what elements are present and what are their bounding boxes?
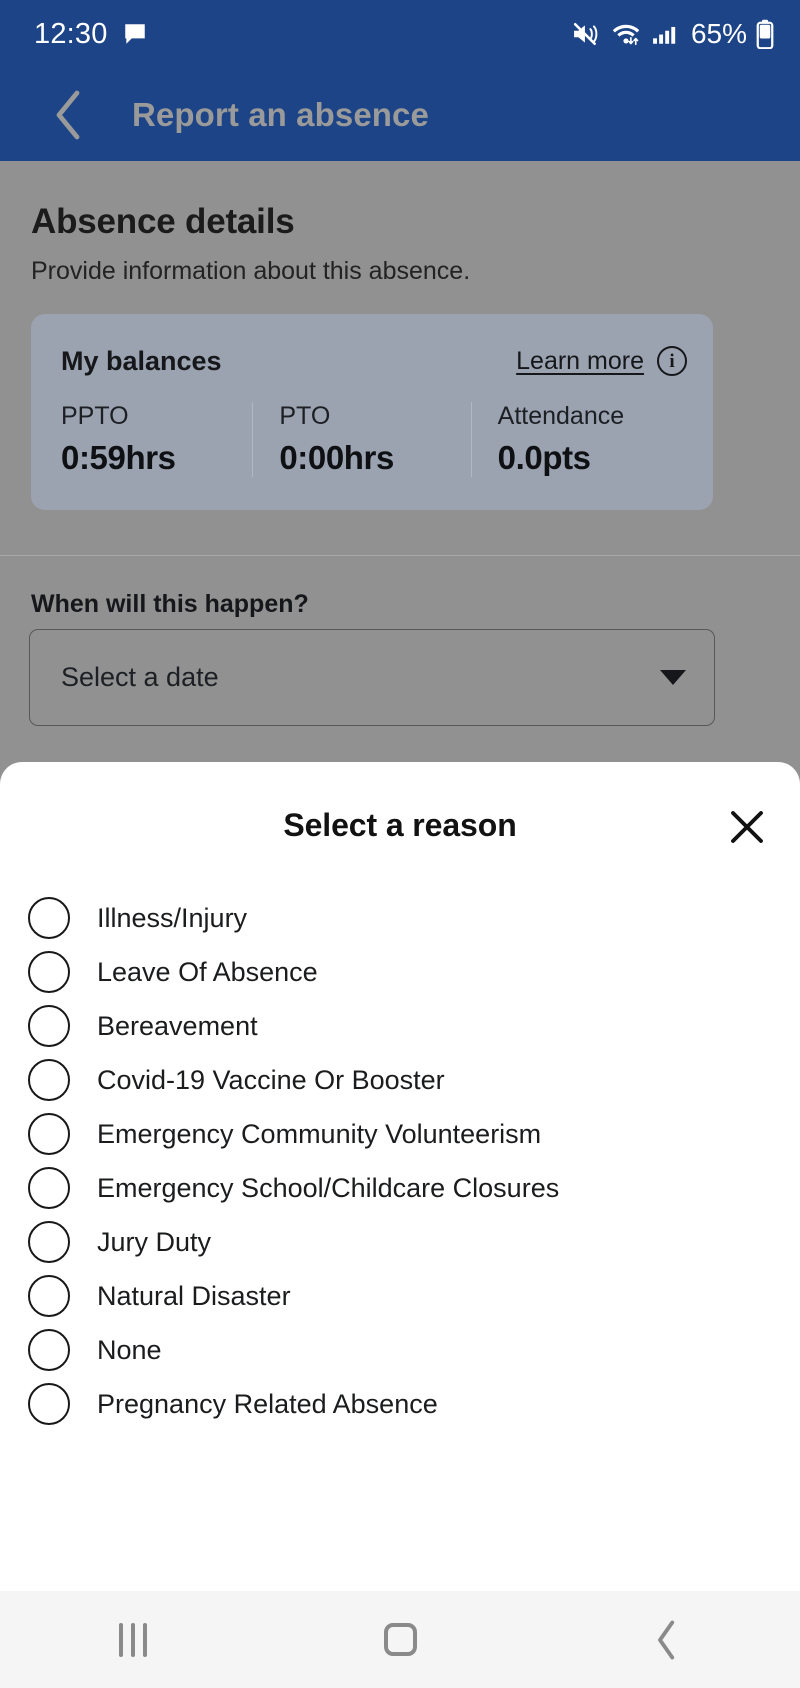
list-item[interactable]: Emergency School/Childcare Closures: [0, 1161, 800, 1215]
list-item[interactable]: Covid-19 Vaccine Or Booster: [0, 1053, 800, 1107]
android-nav-bar: [0, 1591, 800, 1688]
my-balances-card: My balances Learn more i PPTO 0:59hrs PT…: [31, 314, 713, 510]
section-divider: [0, 555, 800, 556]
radio-button[interactable]: [28, 1113, 70, 1155]
page-title-bar: Report an absence: [132, 95, 429, 133]
absence-details-subtext: Provide information about this absence.: [31, 257, 471, 285]
status-bar: 12:30 65%: [0, 0, 800, 68]
option-label: Natural Disaster: [97, 1280, 291, 1311]
sheet-title: Select a reason: [283, 806, 517, 843]
radio-button[interactable]: [28, 1329, 70, 1371]
status-clock: 12:30: [34, 17, 108, 50]
list-item[interactable]: Bereavement: [0, 999, 800, 1053]
app-bar: 12:30 65% Report an absence: [0, 0, 800, 161]
absence-details-heading: Absence details: [31, 202, 295, 241]
chevron-left-icon: [53, 89, 85, 141]
balance-value: 0:59hrs: [61, 439, 176, 476]
learn-more-button[interactable]: Learn more i: [516, 346, 687, 376]
option-label: Emergency Community Volunteerism: [97, 1118, 542, 1149]
list-item[interactable]: Pregnancy Related Absence: [0, 1377, 800, 1431]
status-bar-right: 65%: [571, 18, 774, 50]
list-item[interactable]: Emergency Community Volunteerism: [0, 1107, 800, 1161]
list-item[interactable]: Illness/Injury: [0, 891, 800, 945]
balance-item: Attendance 0.0pts: [470, 402, 689, 477]
recents-button[interactable]: [0, 1591, 267, 1688]
balance-value: 0:00hrs: [279, 439, 394, 476]
option-label: Bereavement: [97, 1010, 258, 1041]
my-balances-header: My balances Learn more i: [61, 342, 687, 380]
when-will-this-happen-label: When will this happen?: [31, 590, 309, 618]
radio-button[interactable]: [28, 1383, 70, 1425]
battery-percent-label: 65%: [690, 18, 747, 49]
home-icon: [383, 1623, 417, 1656]
list-item[interactable]: Natural Disaster: [0, 1269, 800, 1323]
system-back-button[interactable]: [533, 1591, 800, 1688]
close-button[interactable]: [724, 804, 770, 850]
message-icon: [122, 21, 148, 47]
balance-item: PTO 0:00hrs: [252, 402, 470, 477]
radio-button[interactable]: [28, 1059, 70, 1101]
radio-button[interactable]: [28, 1167, 70, 1209]
reason-options-list: Illness/Injury Leave Of Absence Bereavem…: [0, 891, 800, 1431]
balance-item: PPTO 0:59hrs: [61, 402, 252, 477]
phone-screen: 12:30 65% Report an absence Absence deta…: [0, 0, 800, 1688]
balance-label: PTO: [279, 402, 331, 430]
info-circle-icon: i: [657, 346, 687, 376]
balance-value: 0.0pts: [497, 439, 591, 476]
balance-label: Attendance: [497, 402, 625, 430]
mute-icon: [571, 21, 601, 47]
option-label: Jury Duty: [97, 1226, 212, 1257]
select-a-date-field[interactable]: Select a date: [29, 629, 715, 726]
close-icon: [726, 806, 768, 848]
option-label: Covid-19 Vaccine Or Booster: [97, 1064, 445, 1095]
option-label: None: [97, 1334, 162, 1365]
status-bar-left: 12:30: [34, 18, 148, 51]
caret-down-icon: [660, 670, 686, 685]
wifi-icon: [610, 21, 642, 47]
select-a-reason-sheet: Select a reason Illness/Injury Leave Of …: [0, 762, 800, 1688]
select-a-date-placeholder: Select a date: [61, 662, 219, 692]
option-label: Illness/Injury: [97, 902, 248, 933]
back-icon: [654, 1619, 680, 1661]
balances-columns: PPTO 0:59hrs PTO 0:00hrs Attendance 0.0p…: [61, 402, 689, 477]
battery-icon: [756, 19, 774, 49]
option-label: Pregnancy Related Absence: [97, 1388, 438, 1419]
balance-label: PPTO: [61, 402, 129, 430]
list-item[interactable]: Jury Duty: [0, 1215, 800, 1269]
signal-icon: [651, 21, 679, 47]
option-label: Emergency School/Childcare Closures: [97, 1172, 560, 1203]
sheet-header: Select a reason: [0, 762, 800, 888]
radio-button[interactable]: [28, 951, 70, 993]
radio-button[interactable]: [28, 1005, 70, 1047]
list-item[interactable]: Leave Of Absence: [0, 945, 800, 999]
learn-more-label: Learn more: [516, 346, 644, 375]
radio-button[interactable]: [28, 897, 70, 939]
radio-button[interactable]: [28, 1275, 70, 1317]
radio-button[interactable]: [28, 1221, 70, 1263]
home-button[interactable]: [267, 1591, 534, 1688]
back-button[interactable]: [32, 68, 106, 161]
app-bar-row: Report an absence: [0, 68, 800, 161]
list-item[interactable]: None: [0, 1323, 800, 1377]
option-label: Leave Of Absence: [97, 956, 318, 987]
my-balances-title: My balances: [61, 345, 222, 376]
recents-icon: [119, 1622, 148, 1657]
